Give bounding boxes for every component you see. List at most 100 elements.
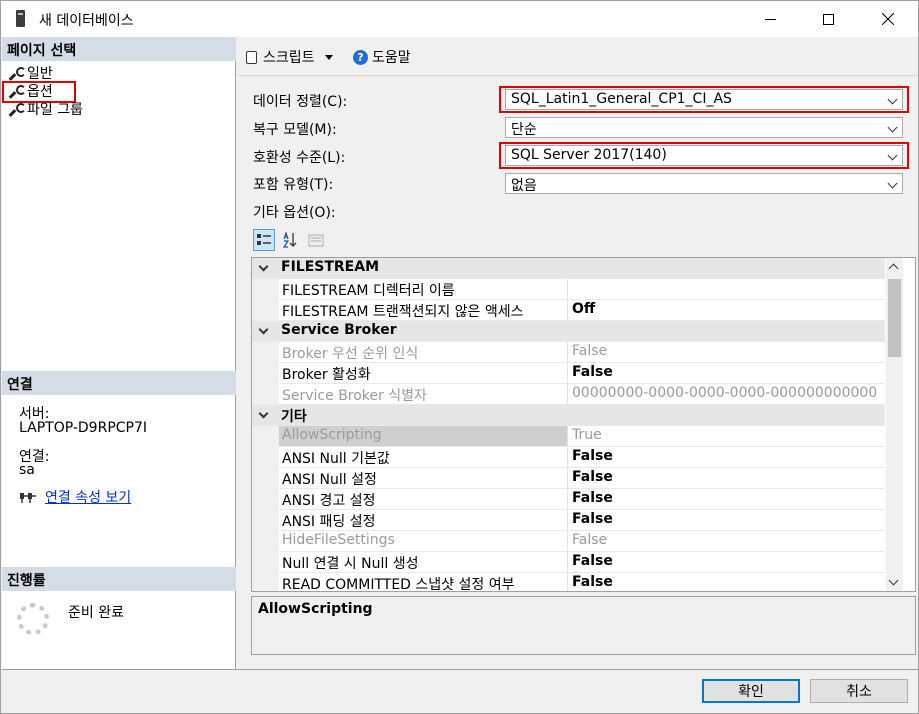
row-gutter <box>252 342 279 363</box>
property-value[interactable]: False <box>568 447 885 467</box>
script-label: 스크립트 <box>263 50 315 66</box>
property-description: AllowScripting <box>251 596 916 655</box>
sort-alphabetical-icon <box>282 232 297 248</box>
close-button[interactable] <box>865 1 911 37</box>
row-gutter <box>252 363 279 384</box>
category-name: FILESTREAM <box>281 259 379 275</box>
collapse-icon[interactable] <box>258 261 269 272</box>
maximize-button[interactable] <box>805 1 851 37</box>
categorized-icon <box>257 234 271 245</box>
property-value[interactable]: True <box>568 426 885 446</box>
property-value[interactable]: 00000000-0000-0000-0000-000000000000 <box>568 384 885 404</box>
property-name: READ COMMITTED 스냅샷 설정 여부 <box>279 573 568 591</box>
scroll-down-icon[interactable] <box>888 575 899 586</box>
grid-property-row[interactable]: Broker 우선 순위 인식 False <box>252 342 885 363</box>
containment-select[interactable]: 없음 <box>505 173 903 194</box>
nav-item-label: 파일 그룹 <box>27 102 83 118</box>
progress-header: 진행률 <box>2 567 236 591</box>
progress-status: 준비 완료 <box>68 605 124 621</box>
grid-property-row[interactable]: ANSI 패딩 설정 False <box>252 510 885 531</box>
grid-property-row[interactable]: READ COMMITTED 스냅샷 설정 여부 False <box>252 573 885 591</box>
property-value[interactable]: False <box>568 573 885 591</box>
scroll-up-icon[interactable] <box>888 263 899 274</box>
chevron-down-icon <box>324 54 333 60</box>
row-gutter <box>252 531 279 552</box>
nav-item-filegroups[interactable]: 파일 그룹 <box>10 100 83 118</box>
database-icon <box>16 10 25 27</box>
compat-highlight-box <box>499 142 909 169</box>
property-value[interactable]: Off <box>568 300 885 320</box>
property-value[interactable]: False <box>568 468 885 488</box>
grid-property-row[interactable]: HideFileSettings False <box>252 531 885 552</box>
nav-item-general[interactable]: 일반 <box>10 64 53 82</box>
property-name: ANSI 경고 설정 <box>279 489 568 509</box>
connection-header: 연결 <box>2 371 236 395</box>
nav-item-label: 일반 <box>27 66 53 82</box>
property-grid[interactable]: FILESTREAM FILESTREAM 디렉터리 이름 FILESTREAM 트… <box>251 257 916 592</box>
grid-property-row[interactable]: Service Broker 식별자 00000000-0000-0000-000… <box>252 384 885 405</box>
alphabetical-button[interactable] <box>279 229 301 251</box>
left-panel: 페이지 선택 일반 옵션 파일 그룹 연결 서버: LAPTOP-D9RPCP7… <box>2 37 236 669</box>
recovery-select[interactable]: 단순 <box>505 117 903 138</box>
grid-property-row[interactable]: Null 연결 시 Null 생성 False <box>252 552 885 573</box>
progress-spinner-icon <box>17 603 49 635</box>
wrench-icon <box>10 102 26 116</box>
dialog-window: 새 데이터베이스 페이지 선택 일반 옵션 파일 그룹 연결 서버: LAPTO… <box>0 0 919 714</box>
property-pages-button[interactable] <box>305 229 327 251</box>
property-name: FILESTREAM 디렉터리 이름 <box>279 279 568 299</box>
minimize-button[interactable] <box>747 1 793 37</box>
categorized-button[interactable] <box>253 229 275 251</box>
collation-highlight-box <box>499 86 909 113</box>
property-value[interactable]: False <box>568 342 885 362</box>
help-label: 도움말 <box>372 50 411 66</box>
grid-category-row[interactable]: Service Broker <box>252 321 885 342</box>
grid-property-row[interactable]: FILESTREAM 트랜잭션되지 않은 액세스 Off <box>252 300 885 321</box>
recovery-label: 복구 모델(M): <box>253 122 337 138</box>
grid-property-row[interactable]: ANSI Null 설정 False <box>252 468 885 489</box>
view-connection-properties-link[interactable]: 연결 속성 보기 <box>45 487 131 507</box>
grid-category-row[interactable]: 기타 <box>252 405 885 426</box>
vertical-scrollbar[interactable] <box>886 258 903 591</box>
row-gutter <box>252 447 279 468</box>
grid-category-row[interactable]: FILESTREAM <box>252 258 885 279</box>
property-value[interactable]: False <box>568 489 885 509</box>
ok-button[interactable]: 확인 <box>702 679 800 703</box>
grid-property-row[interactable]: ANSI Null 기본값 False <box>252 447 885 468</box>
help-icon: ? <box>353 49 368 65</box>
scrollbar-thumb[interactable] <box>888 279 901 357</box>
chevron-down-icon <box>887 178 898 189</box>
property-value[interactable]: False <box>568 510 885 530</box>
grid-property-row[interactable]: Broker 활성화 False <box>252 363 885 384</box>
row-gutter <box>252 384 279 405</box>
grid-property-row[interactable]: ANSI 경고 설정 False <box>252 489 885 510</box>
property-value[interactable]: False <box>568 552 885 572</box>
cancel-button[interactable]: 취소 <box>810 679 908 703</box>
row-gutter <box>252 426 279 447</box>
script-button[interactable]: 스크립트 <box>246 47 333 67</box>
collation-label: 데이터 정렬(C): <box>253 94 348 110</box>
server-value: LAPTOP-D9RPCP7I <box>19 420 148 436</box>
collapse-icon[interactable] <box>258 408 269 419</box>
property-name: FILESTREAM 트랜잭션되지 않은 액세스 <box>279 300 568 320</box>
row-gutter <box>252 510 279 531</box>
property-name: ANSI Null 설정 <box>279 468 568 488</box>
minimize-icon <box>764 18 776 20</box>
property-value[interactable]: False <box>568 363 885 383</box>
close-icon <box>882 13 894 25</box>
grid-property-row[interactable]: FILESTREAM 디렉터리 이름 <box>252 279 885 300</box>
grid-property-row[interactable]: AllowScripting True <box>252 426 885 447</box>
maximize-icon <box>822 13 834 25</box>
wrench-icon <box>10 66 26 80</box>
property-name: AllowScripting <box>279 426 568 446</box>
chevron-down-icon <box>887 122 898 133</box>
collapse-icon[interactable] <box>258 324 269 335</box>
row-gutter <box>252 300 279 321</box>
connection-value: sa <box>19 462 35 478</box>
help-button[interactable]: ? 도움말 <box>353 47 411 67</box>
property-value[interactable]: False <box>568 531 885 551</box>
property-pages-icon <box>308 234 324 247</box>
property-value[interactable] <box>568 279 885 299</box>
toolbar-divider <box>237 75 918 76</box>
property-name: ANSI 패딩 설정 <box>279 510 568 530</box>
bottom-divider <box>2 669 918 670</box>
